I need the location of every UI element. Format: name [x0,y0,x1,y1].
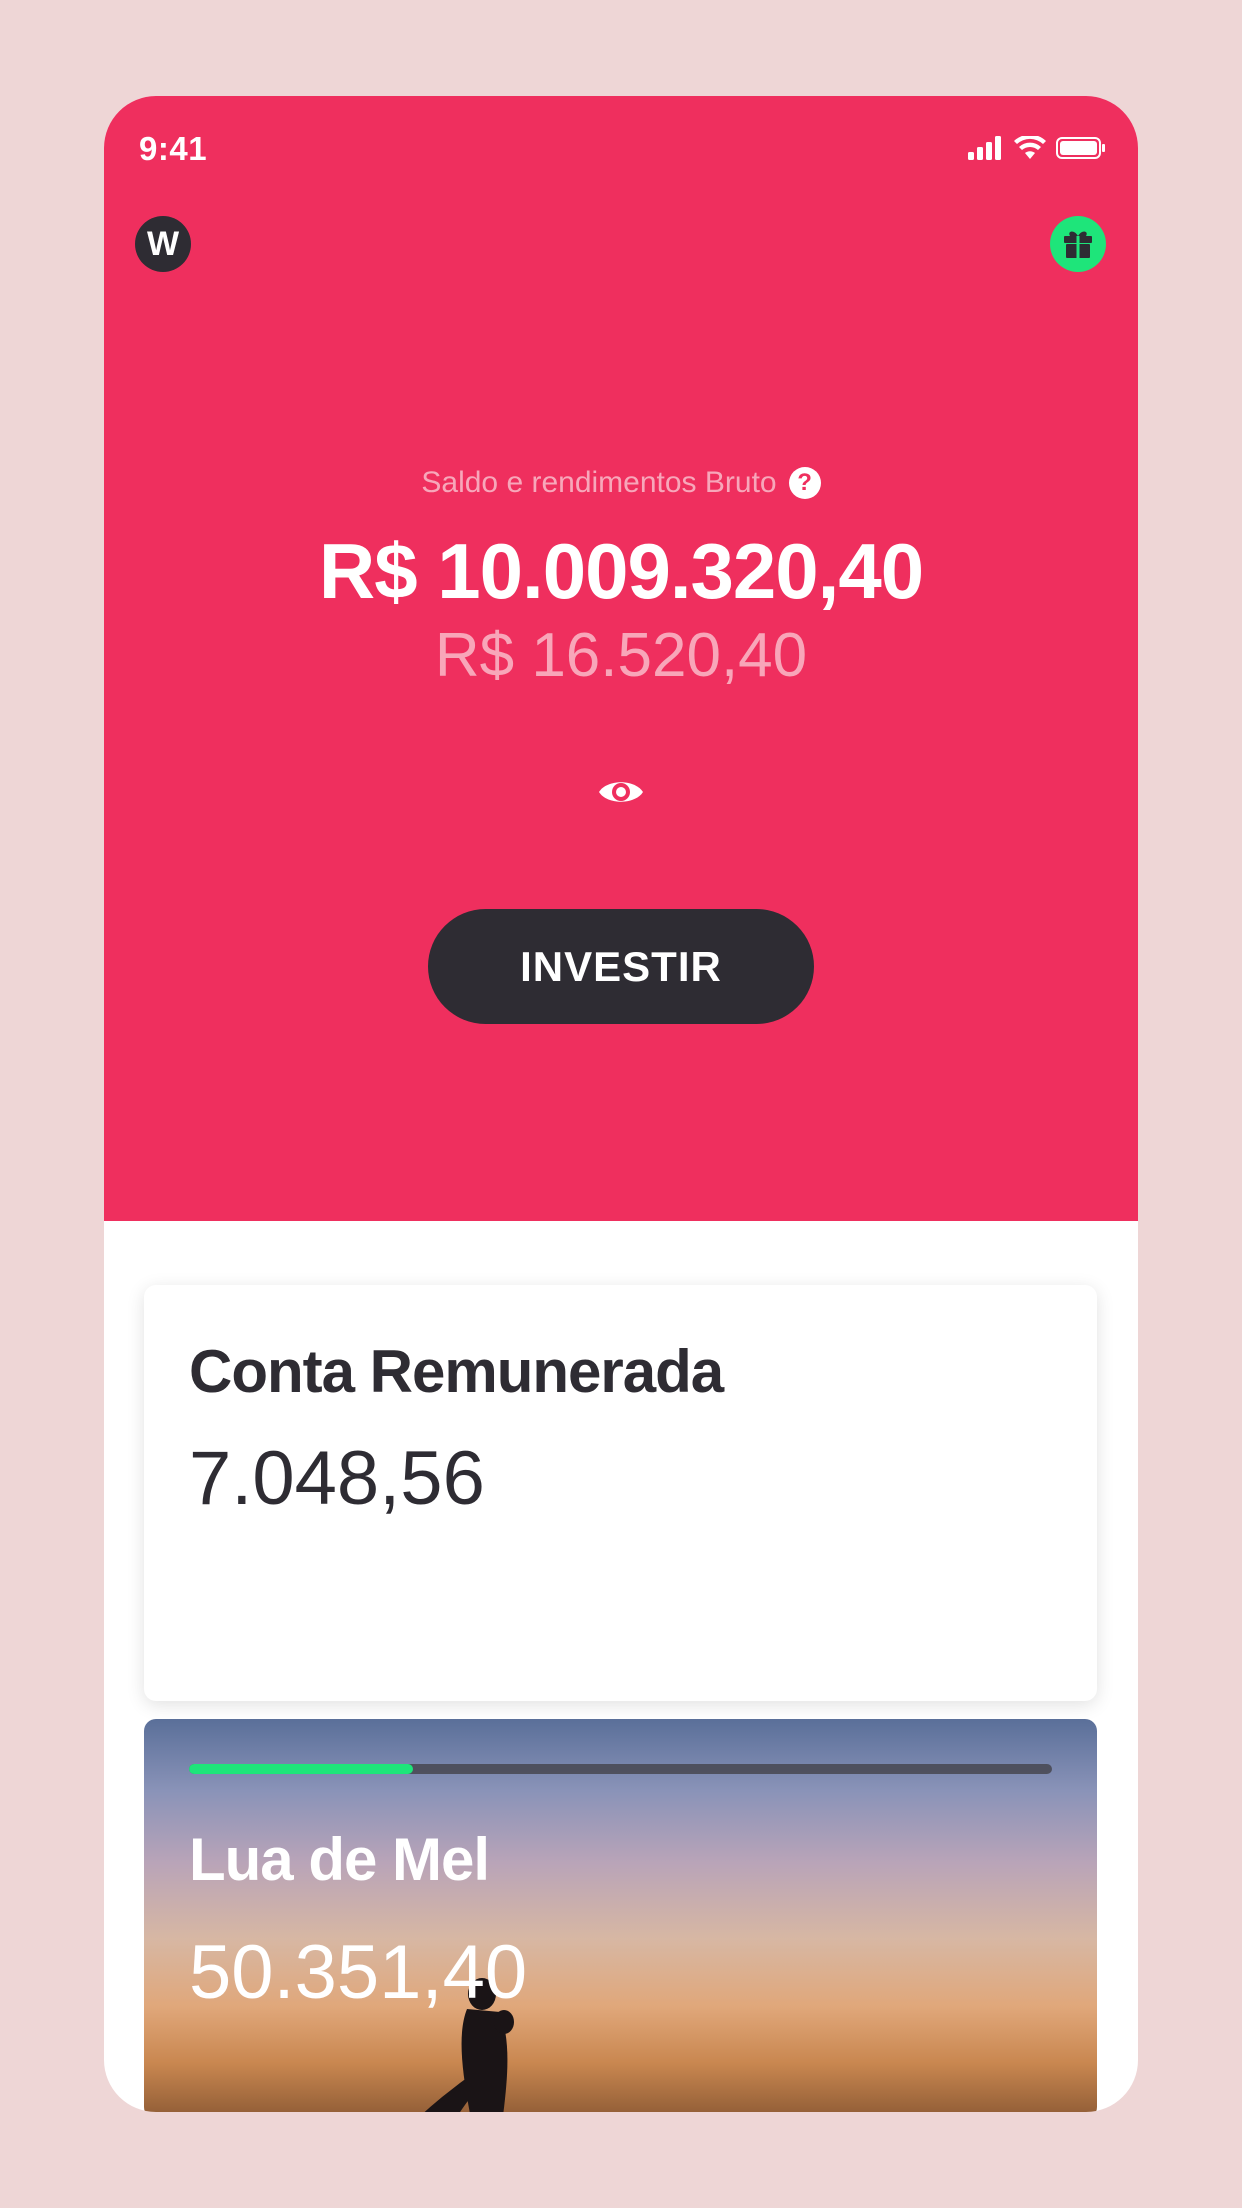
profile-avatar-button[interactable]: W [135,216,191,272]
goal-card[interactable]: Lua de Mel 50.351,40 [144,1719,1097,2112]
card-value: 7.048,56 [189,1436,485,1521]
gift-button[interactable] [1050,216,1106,272]
balance-label-row: Saldo e rendimentos Bruto ? [104,466,1138,500]
balance-label: Saldo e rendimentos Bruto [421,466,777,499]
phone-frame: 9:41 W Saldo e rendimentos Bruto ? R$ 10… [104,96,1138,2112]
card-title: Conta Remunerada [189,1338,724,1405]
help-icon[interactable]: ? [788,467,821,499]
account-card[interactable]: Conta Remunerada 7.048,56 [144,1285,1097,1701]
balance-hero: 9:41 W Saldo e rendimentos Bruto ? R$ 10… [104,96,1138,1221]
wifi-icon [1014,136,1046,159]
balance-secondary-value: R$ 16.520,40 [434,621,808,690]
balance-main-value: R$ 10.009.320,40 [318,527,924,615]
visibility-toggle[interactable] [597,772,645,812]
battery-icon [1056,137,1105,159]
avatar-initial: W [146,224,180,263]
eye-icon [599,782,643,802]
card-title: Lua de Mel [189,1826,490,1893]
goal-progress-bar [189,1764,1052,1774]
invest-button[interactable]: INVESTIR [428,909,814,1024]
gift-icon [1064,231,1092,258]
card-value: 50.351,40 [189,1930,528,2015]
goal-progress-fill [189,1764,414,1774]
status-icons [968,136,1106,160]
signal-icon [968,136,1001,160]
status-time: 9:41 [139,130,208,167]
